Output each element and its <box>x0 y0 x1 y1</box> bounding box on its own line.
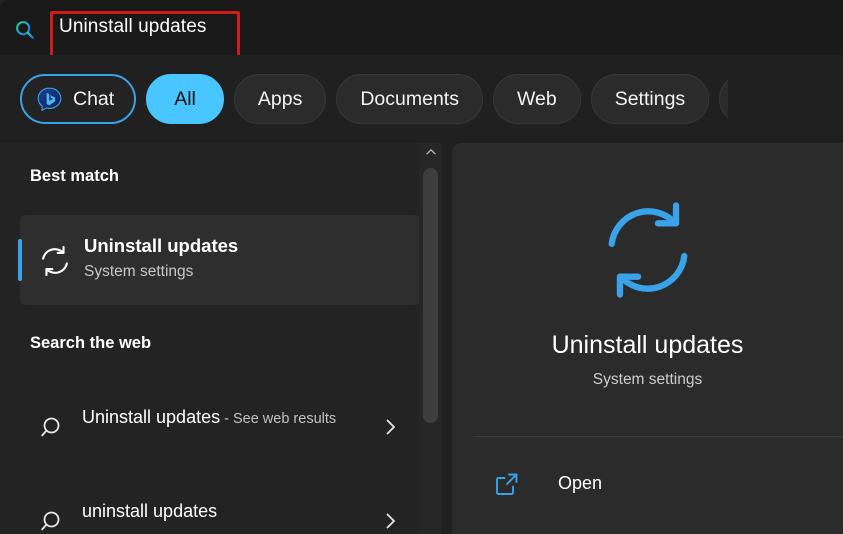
best-match-title: Uninstall updates <box>84 235 239 256</box>
filter-tab-strip: Chat All Apps Documents Web Settings Fol… <box>0 55 843 163</box>
best-match-result[interactable]: Uninstall updates System settings <box>18 215 420 305</box>
windows-search-flyout: Uninstall updates Chat All Apps Document… <box>0 0 843 534</box>
sync-refresh-icon <box>593 195 703 305</box>
tab-strip-fade <box>728 55 843 143</box>
tab-documents-label: Documents <box>360 87 459 110</box>
web-result-text: Uninstall updates - See web results <box>82 402 357 434</box>
web-result-suffix: - See web results <box>220 411 337 427</box>
scrollbar-thumb[interactable] <box>423 168 438 423</box>
open-button-label: Open <box>558 473 603 493</box>
tab-chat-label: Chat <box>73 87 115 110</box>
tab-chat[interactable]: Chat <box>20 74 137 124</box>
tab-apps[interactable]: Apps <box>233 74 327 124</box>
scrollbar-up-button[interactable] <box>419 143 442 165</box>
web-result-query: uninstall updates <box>82 501 218 521</box>
preview-title: Uninstall updates <box>551 331 744 359</box>
web-result-text: uninstall updates <box>82 496 357 528</box>
tab-all-label: All <box>174 87 196 110</box>
tab-web[interactable]: Web <box>492 74 581 124</box>
preview-divider <box>473 436 843 437</box>
external-link-icon <box>494 471 520 497</box>
tab-documents[interactable]: Documents <box>336 74 483 124</box>
search-web-heading: Search the web <box>30 334 152 352</box>
open-button[interactable]: Open <box>473 460 823 510</box>
web-result-item[interactable]: uninstall updates <box>20 490 420 534</box>
search-input[interactable]: Uninstall updates <box>59 16 206 38</box>
tab-settings-label: Settings <box>614 87 686 110</box>
best-match-subtitle: System settings <box>84 263 194 280</box>
filter-tabs: Chat All Apps Documents Web Settings Fol… <box>20 74 806 124</box>
search-icon <box>39 507 69 534</box>
sync-refresh-icon <box>36 242 74 280</box>
selection-accent-bar <box>18 239 22 281</box>
tab-apps-label: Apps <box>257 87 303 110</box>
tab-all[interactable]: All <box>146 74 224 124</box>
web-result-item[interactable]: Uninstall updates - See web results <box>20 396 420 468</box>
chevron-right-icon <box>380 510 402 532</box>
search-bar[interactable]: Uninstall updates <box>0 0 843 58</box>
web-result-query: Uninstall updates <box>82 407 221 427</box>
tab-settings[interactable]: Settings <box>590 74 710 124</box>
tab-web-label: Web <box>516 87 557 110</box>
bing-chat-icon <box>36 86 63 113</box>
search-icon <box>39 413 69 443</box>
chevron-right-icon <box>380 416 402 438</box>
best-match-heading: Best match <box>30 167 119 185</box>
preview-subtitle: System settings <box>592 371 703 388</box>
search-icon <box>14 19 36 41</box>
results-panel: Best match Uninstall updates System sett… <box>0 143 440 534</box>
chevron-up-icon <box>424 145 438 164</box>
results-scrollbar[interactable] <box>419 143 442 534</box>
preview-panel: Uninstall updates System settings Open <box>452 143 843 534</box>
